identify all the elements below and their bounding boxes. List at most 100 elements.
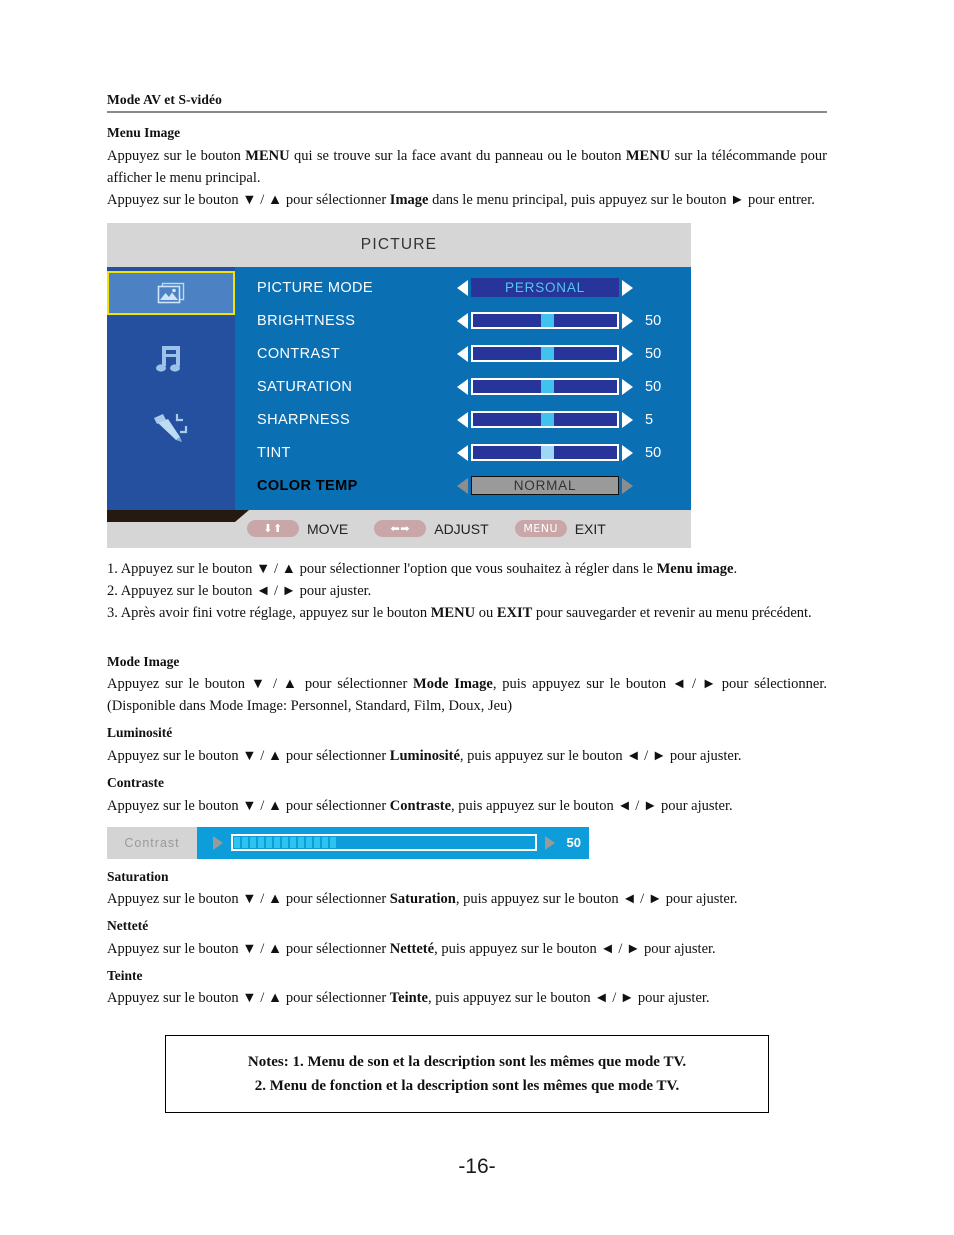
right-arrow-icon[interactable]: [622, 312, 633, 329]
heading-saturation: Saturation: [107, 868, 169, 884]
left-arrow-icon[interactable]: [457, 312, 468, 329]
intro2-text-a: Appuyez sur le bouton ▼ / ▲ pour sélecti…: [107, 191, 390, 208]
contrast-segment: [290, 837, 296, 849]
contrast-segment: [234, 837, 240, 849]
osd-value-color-temp: NORMAL: [471, 476, 619, 496]
contrast-segment: [306, 837, 312, 849]
osd-value-contrast: 50: [645, 345, 662, 362]
notes-box: Notes: 1. Menu de son et la description …: [165, 1035, 769, 1114]
right-arrow-icon[interactable]: [622, 378, 633, 395]
contrast-segment: [266, 837, 272, 849]
heading-menu-image: Menu Image: [107, 125, 181, 140]
osd-label-brightness: BRIGHTNESS: [257, 312, 356, 329]
teinte-bold: Teinte: [389, 990, 428, 1007]
left-arrow-icon[interactable]: [457, 411, 468, 428]
intro2-text-b: dans le menu principal, puis appuyez sur…: [428, 191, 815, 208]
luminosite-a: Appuyez sur le bouton ▼ / ▲ pour sélecti…: [107, 747, 390, 764]
slider-thumb[interactable]: [540, 314, 554, 328]
running-head: Mode AV et S-vidéo: [107, 92, 222, 107]
osd-footer-adjust[interactable]: ⬅➡ ADJUST: [374, 520, 489, 538]
osd-footer-move-label: MOVE: [307, 520, 349, 537]
osd-row-brightness[interactable]: BRIGHTNESS 50: [257, 308, 691, 334]
osd-slider-tint[interactable]: [471, 444, 619, 462]
osd-control-picture-mode[interactable]: PERSONAL: [457, 278, 633, 298]
document-page: Mode AV et S-vidéo Menu Image Appuyez su…: [0, 0, 954, 1235]
step3-menu-bold: MENU: [430, 604, 476, 621]
osd-control-color-temp[interactable]: NORMAL: [457, 476, 633, 496]
intro-text-a: Appuyez sur le bouton: [107, 147, 246, 164]
right-arrow-icon[interactable]: [544, 835, 555, 850]
right-arrow-icon[interactable]: [622, 279, 633, 296]
contrast-widget-body[interactable]: 50: [197, 826, 589, 859]
osd-row-picture-mode[interactable]: PICTURE MODE PERSONAL: [257, 275, 691, 301]
right-arrow-icon[interactable]: [622, 477, 633, 494]
osd-control-brightness[interactable]: [457, 312, 633, 330]
osd-control-saturation[interactable]: [457, 378, 633, 396]
osd-row-color-temp[interactable]: COLOR TEMP NORMAL: [257, 473, 691, 499]
mode-image-a: Appuyez sur le bouton ▼ / ▲ pour sélecti…: [107, 676, 414, 693]
notes-line-2: 2. Menu de fonction et la description so…: [254, 1078, 680, 1095]
osd-control-tint[interactable]: [457, 444, 633, 462]
osd-label-contrast: CONTRAST: [257, 345, 340, 362]
right-arrow-icon[interactable]: [622, 411, 633, 428]
sidebar-item-function[interactable]: [107, 407, 235, 449]
slider-thumb[interactable]: [540, 413, 554, 427]
osd-label-picture-mode: PICTURE MODE: [257, 279, 373, 296]
teinte-c: , puis appuyez sur le bouton ◄ / ► pour …: [427, 990, 710, 1007]
contrast-segment: [330, 837, 336, 849]
step1-text-a: 1. Appuyez sur le bouton ▼ / ▲ pour séle…: [107, 560, 657, 577]
contrast-widget-bar[interactable]: [231, 834, 537, 852]
osd-footer-move[interactable]: ⬇⬆ MOVE: [247, 520, 349, 538]
sidebar-item-picture[interactable]: [107, 270, 235, 315]
osd-slider-brightness[interactable]: [471, 312, 619, 330]
osd-footer-exit[interactable]: MENU EXIT: [514, 520, 606, 538]
menu-glyph: MENU: [523, 522, 559, 536]
step-3: 3. Après avoir fini votre réglage, appuy…: [107, 602, 827, 624]
contrast-segment: [242, 837, 248, 849]
osd-slider-sharpness[interactable]: [471, 411, 619, 429]
osd-body: PICTURE MODE PERSONAL BRIGHTNESS 50 CONT…: [107, 266, 691, 510]
osd-slider-contrast[interactable]: [471, 345, 619, 363]
paragraph-intro-2: Appuyez sur le bouton ▼ / ▲ pour sélecti…: [107, 189, 827, 211]
contraste-a: Appuyez sur le bouton ▼ / ▲ pour sélecti…: [107, 797, 390, 814]
page-number: -16-: [458, 1155, 496, 1178]
step1-text-c: .: [733, 560, 738, 577]
step-2: 2. Appuyez sur le bouton ◄ / ► pour ajus…: [107, 582, 372, 599]
picture-icon: [157, 282, 185, 303]
left-arrow-icon[interactable]: [213, 835, 223, 850]
osd-title: PICTURE: [107, 222, 691, 267]
contrast-segment: [314, 837, 320, 849]
left-arrow-icon[interactable]: [457, 345, 468, 362]
osd-value-picture-mode: PERSONAL: [471, 278, 619, 298]
slider-thumb[interactable]: [540, 380, 554, 394]
intro-menu-bold-2: MENU: [625, 147, 671, 164]
osd-row-tint[interactable]: TINT 50: [257, 440, 691, 466]
osd-rows: PICTURE MODE PERSONAL BRIGHTNESS 50 CONT…: [235, 266, 691, 510]
right-arrow-icon[interactable]: [622, 345, 633, 362]
left-arrow-icon[interactable]: [457, 477, 468, 494]
notes-line-1: Notes: 1. Menu de son et la description …: [247, 1054, 687, 1071]
osd-row-contrast[interactable]: CONTRAST 50: [257, 341, 691, 367]
osd-value-brightness: 50: [645, 312, 662, 329]
osd-control-sharpness[interactable]: [457, 411, 633, 429]
contrast-segment: [274, 837, 280, 849]
contrast-segment: [322, 837, 328, 849]
right-arrow-icon[interactable]: [622, 444, 633, 461]
slider-thumb[interactable]: [540, 347, 554, 361]
osd-row-sharpness[interactable]: SHARPNESS 5: [257, 407, 691, 433]
osd-footer: ⬇⬆ MOVE ⬅➡ ADJUST MENU EXIT: [107, 509, 691, 548]
intro-text-b: qui se trouve sur la face avant du panne…: [289, 147, 626, 164]
left-arrow-icon[interactable]: [457, 279, 468, 296]
left-arrow-icon[interactable]: [457, 444, 468, 461]
heading-contraste: Contraste: [107, 774, 164, 790]
contraste-bold: Contraste: [389, 797, 452, 814]
step3-exit-bold: EXIT: [496, 604, 533, 621]
left-arrow-icon[interactable]: [457, 378, 468, 395]
paragraph-luminosite: Appuyez sur le bouton ▼ / ▲ pour sélecti…: [107, 745, 827, 767]
sidebar-item-sound[interactable]: [107, 339, 235, 381]
osd-slider-saturation[interactable]: [471, 378, 619, 396]
contrast-widget-label: Contrast: [107, 826, 197, 859]
osd-control-contrast[interactable]: [457, 345, 633, 363]
slider-thumb[interactable]: [540, 446, 554, 460]
osd-row-saturation[interactable]: SATURATION 50: [257, 374, 691, 400]
